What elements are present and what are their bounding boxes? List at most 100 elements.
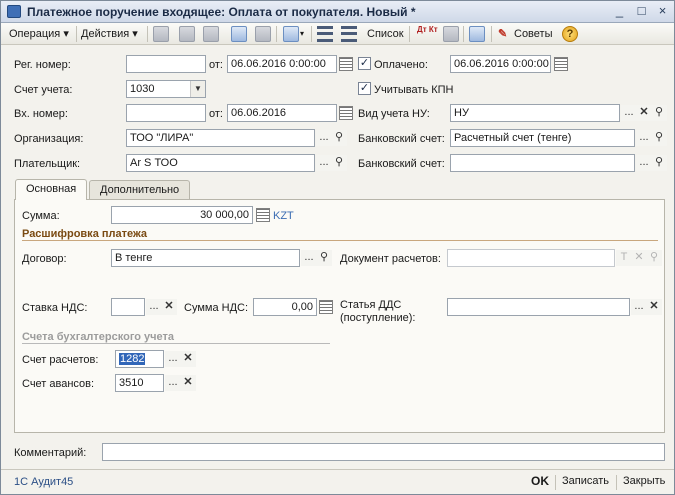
paid-date-field[interactable]: 06.06.2016 0:00:00 (450, 55, 551, 73)
move-icon[interactable] (255, 26, 271, 42)
kpn-checkbox[interactable]: ✓ (358, 82, 371, 95)
nu-type-label: Вид учета НУ: (358, 108, 430, 120)
search-icon[interactable]: ⚲ (316, 250, 332, 266)
dds-label-line2: (поступление): (340, 312, 416, 324)
filter-icon[interactable] (469, 26, 485, 42)
dds-field[interactable] (447, 298, 630, 316)
select-button[interactable]: ... (636, 130, 652, 146)
nu-type-field[interactable]: НУ (450, 104, 620, 122)
in-date-from-label: от: (209, 108, 223, 120)
vat-rate-field[interactable] (111, 298, 145, 316)
operation-menu[interactable]: Операция ▾ (9, 25, 69, 43)
settle-doc-field[interactable] (447, 249, 615, 267)
dropdown-icon[interactable]: ▼ (190, 81, 205, 97)
advance-account-field[interactable]: 3510 (115, 374, 164, 392)
calendar-icon[interactable] (339, 57, 353, 71)
close-button[interactable]: Закрыть (623, 475, 665, 487)
paid-checkbox[interactable]: ✓ (358, 57, 371, 70)
sum-label: Сумма: (22, 210, 60, 222)
help-icon[interactable]: ? (562, 26, 578, 42)
tips-icon[interactable]: ✎ (498, 25, 507, 43)
clear-icon[interactable]: ✕ (631, 250, 647, 266)
type-icon[interactable]: T (616, 250, 632, 266)
account-select[interactable]: 1030 ▼ (126, 80, 206, 98)
clear-icon[interactable]: ✕ (646, 299, 662, 315)
close-window-button[interactable]: × (654, 3, 671, 19)
clear-icon[interactable]: ✕ (636, 105, 652, 121)
list-settings-icon[interactable] (341, 26, 357, 42)
tips-button[interactable]: Советы (514, 25, 552, 43)
actions-menu[interactable]: Действия ▾ (81, 25, 138, 43)
payer-field[interactable]: Ar S ТОО (126, 154, 315, 172)
in-number-field[interactable] (126, 104, 206, 122)
select-button[interactable]: ... (165, 351, 181, 367)
payer-label: Плательщик: (14, 158, 81, 170)
sum-field[interactable]: 30 000,00 (111, 206, 253, 224)
minimize-button[interactable]: _ (611, 3, 628, 19)
paid-label: Оплачено: (374, 59, 428, 71)
copy-icon[interactable] (179, 26, 195, 42)
search-icon[interactable]: ⚲ (331, 130, 347, 146)
search-icon[interactable]: ⚲ (651, 105, 667, 121)
clear-icon[interactable]: ✕ (180, 351, 196, 367)
tab-additional[interactable]: Дополнительно (89, 180, 191, 200)
tab-main[interactable]: Основная (15, 179, 88, 200)
comment-label: Комментарий: (14, 447, 87, 459)
comment-field[interactable] (102, 443, 665, 461)
organization-label: Организация: (14, 133, 84, 145)
settle-account-field[interactable]: 1282 (115, 350, 164, 368)
bank-account-field[interactable]: Расчетный счет (тенге) (450, 129, 635, 147)
settle-doc-label: Документ расчетов: (340, 253, 441, 265)
post-icon[interactable] (203, 26, 219, 42)
search-icon[interactable]: ⚲ (651, 155, 667, 171)
vat-rate-label: Ставка НДС: (22, 302, 88, 314)
structure-icon[interactable] (283, 26, 299, 42)
select-button[interactable]: ... (165, 375, 181, 391)
dtkt-icon[interactable]: Дт Кт (417, 25, 438, 43)
select-button[interactable]: ... (636, 155, 652, 171)
select-button[interactable]: ... (301, 250, 317, 266)
ok-button[interactable]: OK (531, 474, 549, 488)
toolbar-separator (463, 26, 464, 42)
unpost-icon[interactable] (231, 26, 247, 42)
search-icon[interactable]: ⚲ (331, 155, 347, 171)
list-icon[interactable] (317, 26, 333, 42)
toolbar-separator (311, 26, 312, 42)
select-button[interactable]: ... (631, 299, 647, 315)
payer-bank-field[interactable] (450, 154, 635, 172)
doc-icon[interactable] (153, 26, 169, 42)
reg-number-field[interactable] (126, 55, 206, 73)
in-number-label: Вх. номер: (14, 108, 68, 120)
section-divider (22, 240, 658, 241)
calculator-icon[interactable] (256, 208, 270, 222)
toolbar-separator (76, 26, 77, 42)
clear-icon[interactable]: ✕ (161, 299, 177, 315)
toolbar-separator (409, 26, 410, 42)
title-bar: Платежное поручение входящее: Оплата от … (1, 1, 674, 23)
clear-icon[interactable]: ✕ (180, 375, 196, 391)
list-button[interactable]: Список (367, 25, 404, 43)
vat-sum-field[interactable]: 0,00 (253, 298, 317, 316)
save-button[interactable]: Записать (562, 475, 609, 487)
in-date-field[interactable]: 06.06.2016 (227, 104, 337, 122)
calendar-icon[interactable] (554, 57, 568, 71)
maximize-button[interactable]: □ (633, 3, 650, 19)
toolbar-separator (491, 26, 492, 42)
select-button[interactable]: ... (621, 105, 637, 121)
report-icon[interactable] (443, 26, 459, 42)
select-button[interactable]: ... (146, 299, 162, 315)
section-divider (22, 343, 330, 344)
reg-date-field[interactable]: 06.06.2016 0:00:00 (227, 55, 337, 73)
kpn-label: Учитывать КПН (374, 84, 454, 96)
select-button[interactable]: ... (316, 130, 332, 146)
account-label: Счет учета: (14, 84, 73, 96)
contract-field[interactable]: В тенге (111, 249, 300, 267)
search-icon[interactable]: ⚲ (646, 250, 662, 266)
calculator-icon[interactable] (319, 300, 333, 314)
calendar-icon[interactable] (339, 106, 353, 120)
chevron-down-icon[interactable]: ▾ (300, 25, 304, 43)
select-button[interactable]: ... (316, 155, 332, 171)
organization-field[interactable]: ТОО "ЛИРА" (126, 129, 315, 147)
currency-label: KZT (273, 210, 294, 222)
search-icon[interactable]: ⚲ (651, 130, 667, 146)
